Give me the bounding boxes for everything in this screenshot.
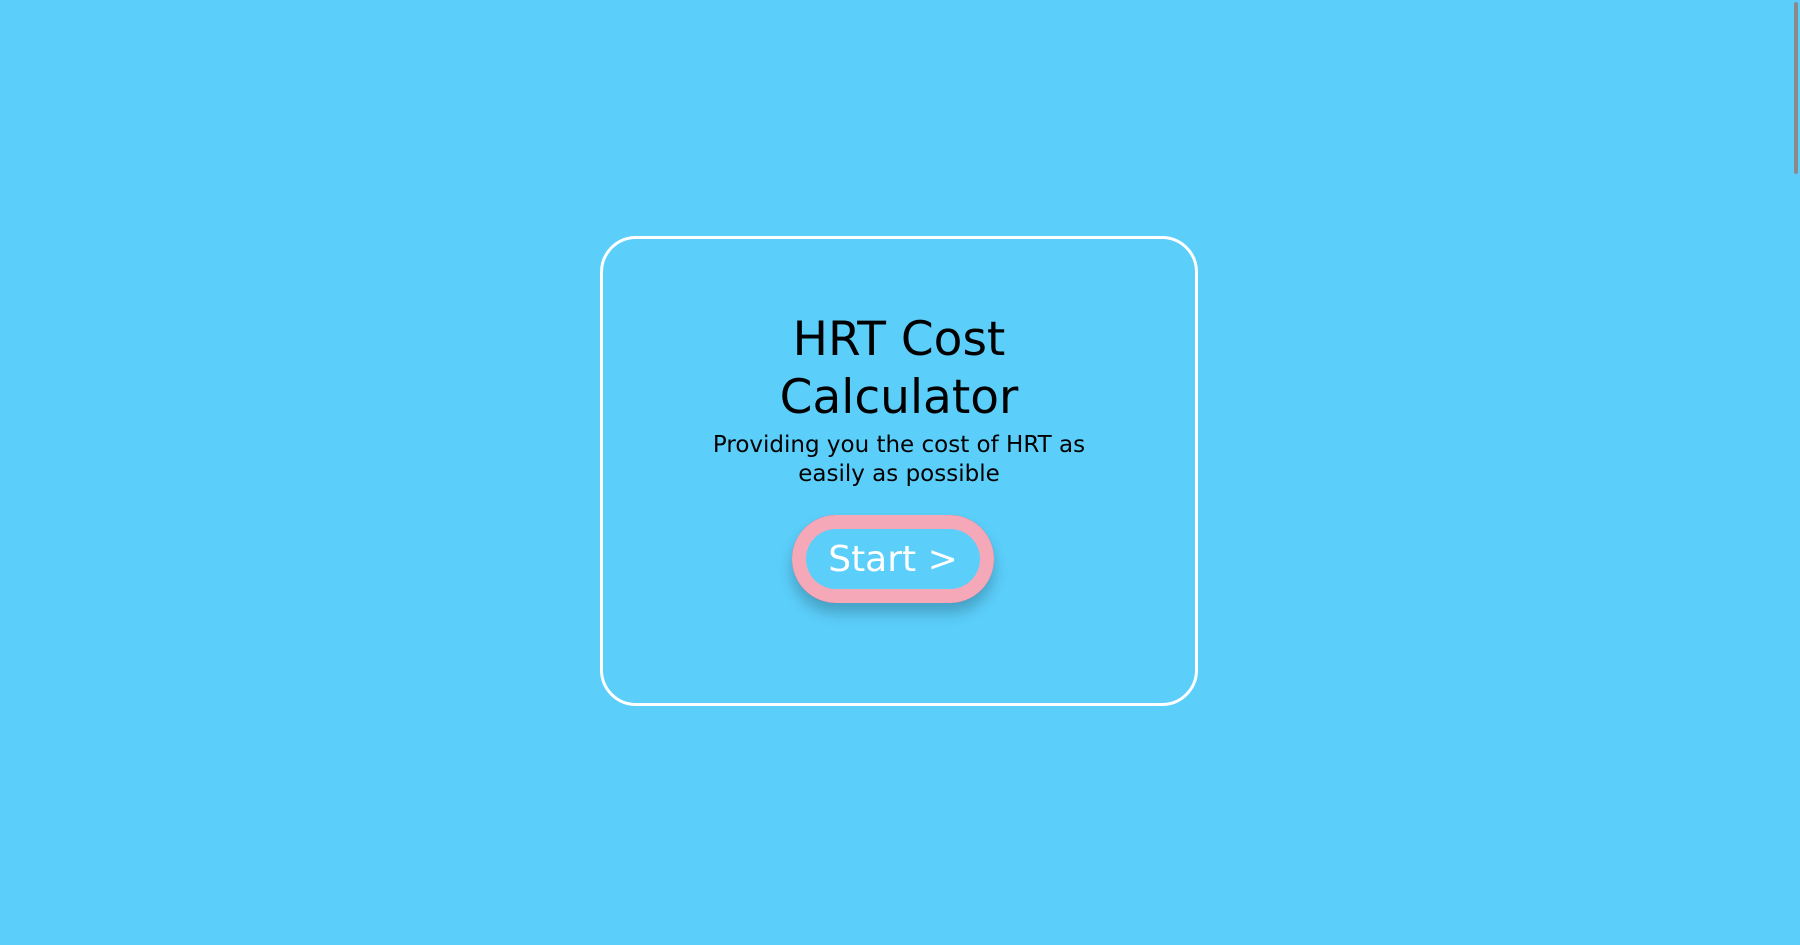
welcome-card: HRT Cost Calculator Providing you the co… bbox=[600, 236, 1198, 706]
page-background: HRT Cost Calculator Providing you the co… bbox=[0, 0, 1800, 945]
scrollbar-thumb[interactable] bbox=[1794, 2, 1798, 174]
page-subtitle: Providing you the cost of HRT as easily … bbox=[712, 432, 1086, 487]
start-button-label: Start > bbox=[806, 529, 980, 589]
scrollbar[interactable] bbox=[1792, 0, 1800, 945]
start-button[interactable]: Start > bbox=[792, 515, 994, 603]
page-title: HRT Cost Calculator bbox=[779, 312, 1019, 425]
